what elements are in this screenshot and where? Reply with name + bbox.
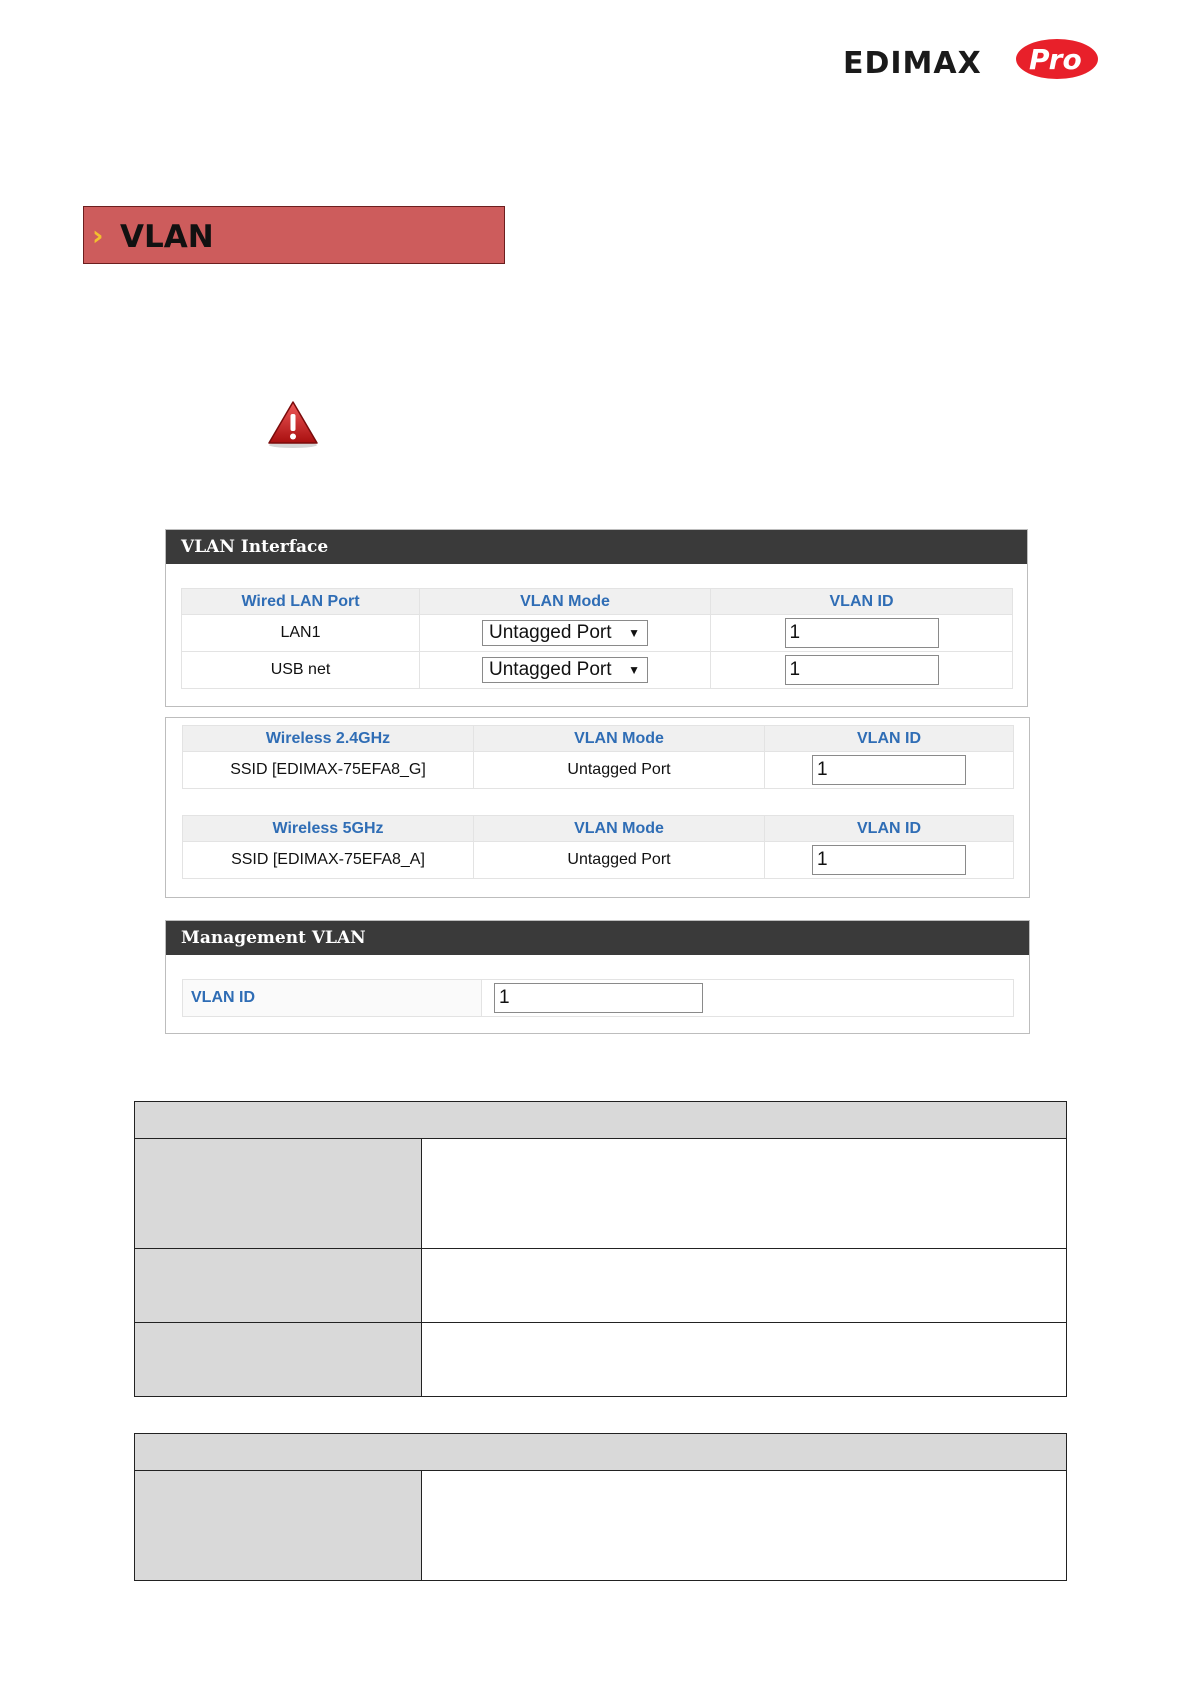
vlan-id-input[interactable]: 1 — [812, 755, 966, 785]
logo-pro-badge: Pro — [1015, 36, 1099, 82]
table-row — [134, 1138, 1067, 1249]
vlan-mode-value: Untagged Port — [489, 622, 612, 643]
section-title: VLAN — [120, 219, 214, 255]
logo-pro-text: Pro — [1029, 43, 1082, 76]
col-header-vlan-mode: VLAN Mode — [473, 725, 765, 752]
col-header-wireless-24ghz: Wireless 2.4GHz — [182, 725, 474, 752]
port-name: USB net — [181, 651, 420, 689]
col-header-vlan-id: VLAN ID — [764, 815, 1014, 842]
vlan-id-input[interactable]: 1 — [784, 655, 939, 685]
description-table — [134, 1433, 1067, 1581]
vlan-id-input[interactable]: 1 — [784, 618, 939, 648]
section-heading: › VLAN — [83, 206, 505, 264]
vlan-mode-text: Untagged Port — [473, 751, 765, 789]
edimax-pro-logo: EDIMAX Pro — [843, 36, 1098, 86]
description-table-header — [134, 1433, 1067, 1471]
table-row — [134, 1322, 1067, 1397]
description-label-cell — [134, 1248, 422, 1323]
table-row: SSID [EDIMAX-75EFA8_A] Untagged Port 1 — [182, 841, 1014, 879]
table-row: USB net Untagged Port ▼ 1 — [181, 651, 1013, 689]
description-value-cell — [421, 1322, 1067, 1397]
vlan-mode-value: Untagged Port — [489, 659, 612, 680]
table-row: VLAN ID 1 — [182, 979, 1014, 1017]
dropdown-arrow-icon: ▼ — [628, 626, 640, 640]
port-name: LAN1 — [181, 614, 420, 652]
table-row — [134, 1248, 1067, 1323]
col-header-vlan-mode: VLAN Mode — [419, 588, 711, 615]
management-vlan-table: VLAN ID 1 — [182, 979, 1014, 1017]
description-value-cell — [421, 1138, 1067, 1249]
vlan-mode-select[interactable]: Untagged Port ▼ — [482, 620, 648, 646]
col-header-vlan-id: VLAN ID — [710, 588, 1013, 615]
wireless-5ghz-table: Wireless 5GHz VLAN Mode VLAN ID SSID [ED… — [182, 815, 1014, 879]
description-label-cell — [134, 1470, 422, 1581]
chevron-right-icon: › — [92, 219, 104, 252]
management-vlan-title: Management VLAN — [166, 921, 1029, 955]
wired-lan-table: Wired LAN Port VLAN Mode VLAN ID LAN1 Un… — [181, 588, 1013, 689]
table-row — [134, 1470, 1067, 1581]
table-row: SSID [EDIMAX-75EFA8_G] Untagged Port 1 — [182, 751, 1014, 789]
description-label-cell — [134, 1138, 422, 1249]
vlan-mode-select[interactable]: Untagged Port ▼ — [482, 657, 648, 683]
table-row: LAN1 Untagged Port ▼ 1 — [181, 614, 1013, 652]
vlan-id-input[interactable]: 1 — [812, 845, 966, 875]
description-table-header — [134, 1101, 1067, 1139]
management-vlan-id-label: VLAN ID — [182, 979, 482, 1017]
wireless-24ghz-table: Wireless 2.4GHz VLAN Mode VLAN ID SSID [… — [182, 725, 1014, 789]
management-vlan-id-input[interactable]: 1 — [494, 983, 703, 1013]
ssid-name: SSID [EDIMAX-75EFA8_A] — [182, 841, 474, 879]
dropdown-arrow-icon: ▼ — [628, 663, 640, 677]
management-vlan-panel: Management VLAN VLAN ID 1 — [165, 920, 1030, 1034]
vlan-mode-text: Untagged Port — [473, 841, 765, 879]
description-label-cell — [134, 1322, 422, 1397]
description-value-cell — [421, 1470, 1067, 1581]
wireless-vlan-panel: Wireless 2.4GHz VLAN Mode VLAN ID SSID [… — [165, 717, 1030, 898]
warning-triangle-icon — [267, 400, 319, 448]
col-header-wired-lan-port: Wired LAN Port — [181, 588, 420, 615]
col-header-wireless-5ghz: Wireless 5GHz — [182, 815, 474, 842]
col-header-vlan-id: VLAN ID — [764, 725, 1014, 752]
ssid-name: SSID [EDIMAX-75EFA8_G] — [182, 751, 474, 789]
description-table — [134, 1101, 1067, 1397]
vlan-interface-panel: VLAN Interface Wired LAN Port VLAN Mode … — [165, 529, 1028, 707]
description-value-cell — [421, 1248, 1067, 1323]
col-header-vlan-mode: VLAN Mode — [473, 815, 765, 842]
vlan-interface-title: VLAN Interface — [166, 530, 1027, 564]
logo-brand: EDIMAX — [843, 46, 982, 81]
